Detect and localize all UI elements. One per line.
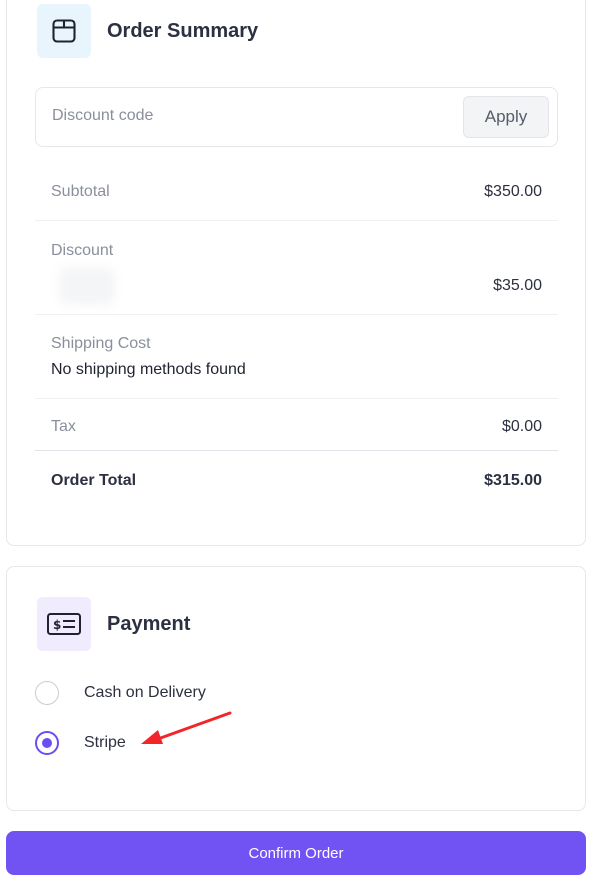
shipping-value: No shipping methods found	[51, 361, 246, 378]
discount-code-box: Apply	[35, 87, 558, 147]
subtotal-row: Subtotal $350.00	[35, 162, 558, 221]
payment-option-stripe[interactable]: Stripe	[35, 731, 126, 755]
discount-code-input[interactable]	[52, 107, 452, 125]
discount-label: Discount	[51, 242, 114, 259]
payment-card: $ Payment Cash on Delivery Stripe	[6, 566, 586, 811]
tax-label: Tax	[51, 418, 76, 435]
tax-value: $0.00	[501, 418, 542, 435]
stripe-radio[interactable]	[35, 731, 59, 755]
payment-title: Payment	[107, 612, 191, 635]
cash-on-delivery-label[interactable]: Cash on Delivery	[84, 684, 206, 702]
subtotal-label: Subtotal	[51, 183, 110, 200]
order-total-row: Order Total $315.00	[35, 451, 558, 511]
order-total-label: Order Total	[51, 472, 137, 489]
shipping-label: Shipping Cost	[51, 335, 151, 352]
annotation-arrow-icon	[141, 711, 232, 744]
payment-header: $ Payment	[37, 597, 190, 651]
svg-text:$: $	[53, 618, 61, 632]
blurred-discount-code	[59, 267, 115, 305]
confirm-order-button[interactable]: Confirm Order	[6, 831, 586, 875]
banknote-icon: $	[37, 597, 91, 651]
order-summary-title: Order Summary	[107, 19, 259, 42]
order-summary-card: Order Summary Apply Subtotal $350.00 Dis…	[6, 0, 586, 546]
order-summary-header: Order Summary	[37, 4, 258, 58]
discount-row: Discount $35.00	[35, 221, 558, 315]
cash-on-delivery-radio[interactable]	[35, 681, 59, 705]
subtotal-value: $350.00	[484, 183, 542, 200]
box-icon	[37, 4, 91, 58]
discount-value: $35.00	[493, 277, 542, 294]
shipping-row: Shipping Cost No shipping methods found	[35, 315, 558, 399]
tax-row: Tax $0.00	[35, 399, 558, 451]
payment-option-cash-on-delivery[interactable]: Cash on Delivery	[35, 681, 206, 705]
apply-button[interactable]: Apply	[463, 96, 549, 138]
stripe-label[interactable]: Stripe	[84, 734, 126, 752]
order-total-value: $315.00	[484, 472, 542, 489]
